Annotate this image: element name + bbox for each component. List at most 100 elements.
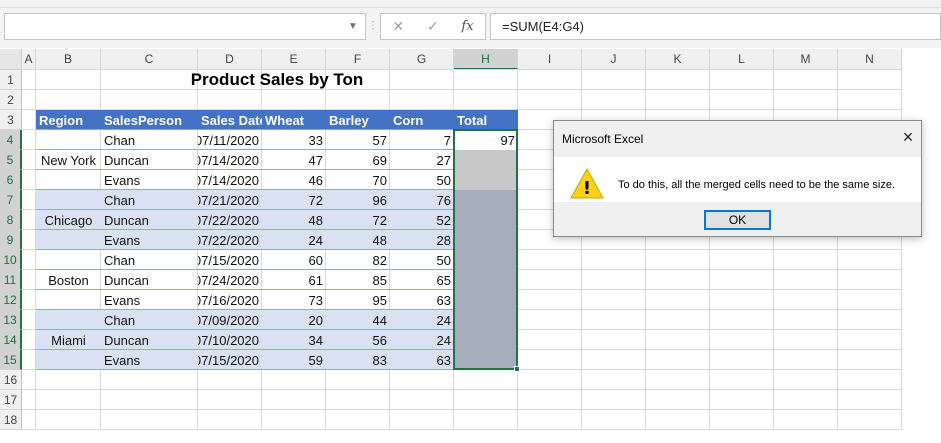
row-header-11[interactable]: 11 [0,270,22,290]
row-header-2[interactable]: 2 [0,90,22,110]
cell-date[interactable]: 07/21/2020 [198,190,262,210]
cell-corn[interactable]: 27 [390,150,454,170]
row-header-15[interactable]: 15 [0,350,22,370]
cell-barley[interactable]: 72 [326,210,390,230]
region-cell[interactable]: Miami [36,310,101,370]
row-header-16[interactable]: 16 [0,370,22,390]
row-header-7[interactable]: 7 [0,190,22,210]
row-header-14[interactable]: 14 [0,330,22,350]
column-header-k[interactable]: K [646,49,710,70]
cell-person[interactable]: Evans [101,350,198,370]
cell-barley[interactable]: 57 [326,130,390,150]
cell-wheat[interactable]: 61 [262,270,326,290]
row-header-4[interactable]: 4 [0,130,22,150]
column-header-g[interactable]: G [390,49,454,70]
column-header-c[interactable]: C [101,49,198,70]
cell-date[interactable]: 07/11/2020 [198,130,262,150]
cell-barley[interactable]: 44 [326,310,390,330]
cell-barley[interactable]: 48 [326,230,390,250]
cell-wheat[interactable]: 33 [262,130,326,150]
cell-barley[interactable]: 56 [326,330,390,350]
row-header-6[interactable]: 6 [0,170,22,190]
row-header-1[interactable]: 1 [0,70,22,90]
table-header-sales-date[interactable]: Sales Date [198,110,262,130]
cell-person[interactable]: Chan [101,130,198,150]
cell-person[interactable]: Duncan [101,330,198,350]
row-header-3[interactable]: 3 [0,110,22,130]
cell-person[interactable]: Chan [101,310,198,330]
row-header-8[interactable]: 8 [0,210,22,230]
cell-wheat[interactable]: 24 [262,230,326,250]
table-header-corn[interactable]: Corn [390,110,454,130]
cell-barley[interactable]: 83 [326,350,390,370]
cell-wheat[interactable]: 73 [262,290,326,310]
column-header-l[interactable]: L [710,49,774,70]
name-box[interactable] [4,13,366,40]
cell-date[interactable]: 07/15/2020 [198,350,262,370]
cell-barley[interactable]: 96 [326,190,390,210]
formula-bar-grip-icon[interactable]: ⋮ [368,16,378,36]
cell-person[interactable]: Duncan [101,270,198,290]
cell-wheat[interactable]: 59 [262,350,326,370]
table-header-barley[interactable]: Barley [326,110,390,130]
table-header-region[interactable]: Region [36,110,101,130]
region-cell[interactable]: Boston [36,250,101,310]
cell-person[interactable]: Duncan [101,150,198,170]
name-box-dropdown-icon[interactable]: ▼ [341,13,365,40]
row-header-18[interactable]: 18 [0,410,22,430]
column-header-e[interactable]: E [262,49,326,70]
cell-corn[interactable]: 24 [390,310,454,330]
row-header-13[interactable]: 13 [0,310,22,330]
enter-icon[interactable]: ✓ [427,18,439,35]
cell-person[interactable]: Evans [101,290,198,310]
select-all-corner[interactable] [0,49,22,70]
cell-wheat[interactable]: 47 [262,150,326,170]
ok-button[interactable]: OK [704,210,771,230]
cell-corn[interactable]: 7 [390,130,454,150]
cell-barley[interactable]: 70 [326,170,390,190]
cell-wheat[interactable]: 72 [262,190,326,210]
column-header-f[interactable]: F [326,49,390,70]
table-header-wheat[interactable]: Wheat [262,110,326,130]
cell-corn[interactable]: 65 [390,270,454,290]
cell-date[interactable]: 07/24/2020 [198,270,262,290]
insert-function-icon[interactable]: fx [461,19,473,34]
column-header-m[interactable]: M [774,49,838,70]
cell-barley[interactable]: 82 [326,250,390,270]
row-header-10[interactable]: 10 [0,250,22,270]
cell-date[interactable]: 07/22/2020 [198,210,262,230]
column-header-a[interactable]: A [22,49,36,70]
region-cell[interactable]: New York [36,130,101,190]
cell-person[interactable]: Evans [101,170,198,190]
cell-corn[interactable]: 28 [390,230,454,250]
close-icon[interactable]: × [897,125,919,149]
cancel-icon[interactable]: ✕ [392,18,404,35]
row-header-9[interactable]: 9 [0,230,22,250]
column-header-d[interactable]: D [198,49,262,70]
cell-date[interactable]: 07/16/2020 [198,290,262,310]
cell-wheat[interactable]: 60 [262,250,326,270]
column-header-n[interactable]: N [838,49,902,70]
row-header-5[interactable]: 5 [0,150,22,170]
cell-corn[interactable]: 24 [390,330,454,350]
cell-corn[interactable]: 50 [390,170,454,190]
table-header-salesperson[interactable]: SalesPerson [101,110,198,130]
cell-date[interactable]: 07/15/2020 [198,250,262,270]
cell-corn[interactable]: 63 [390,290,454,310]
cell-barley[interactable]: 85 [326,270,390,290]
cell-wheat[interactable]: 20 [262,310,326,330]
column-header-h[interactable]: H [454,49,518,70]
cell-corn[interactable]: 50 [390,250,454,270]
column-header-j[interactable]: J [582,49,646,70]
cell-corn[interactable]: 63 [390,350,454,370]
cell-wheat[interactable]: 48 [262,210,326,230]
column-header-b[interactable]: B [36,49,101,70]
cell-corn[interactable]: 52 [390,210,454,230]
cell-wheat[interactable]: 46 [262,170,326,190]
cell-date[interactable]: 07/22/2020 [198,230,262,250]
cell-person[interactable]: Evans [101,230,198,250]
cell-person[interactable]: Chan [101,250,198,270]
row-header-12[interactable]: 12 [0,290,22,310]
cell-person[interactable]: Chan [101,190,198,210]
cell-corn[interactable]: 76 [390,190,454,210]
